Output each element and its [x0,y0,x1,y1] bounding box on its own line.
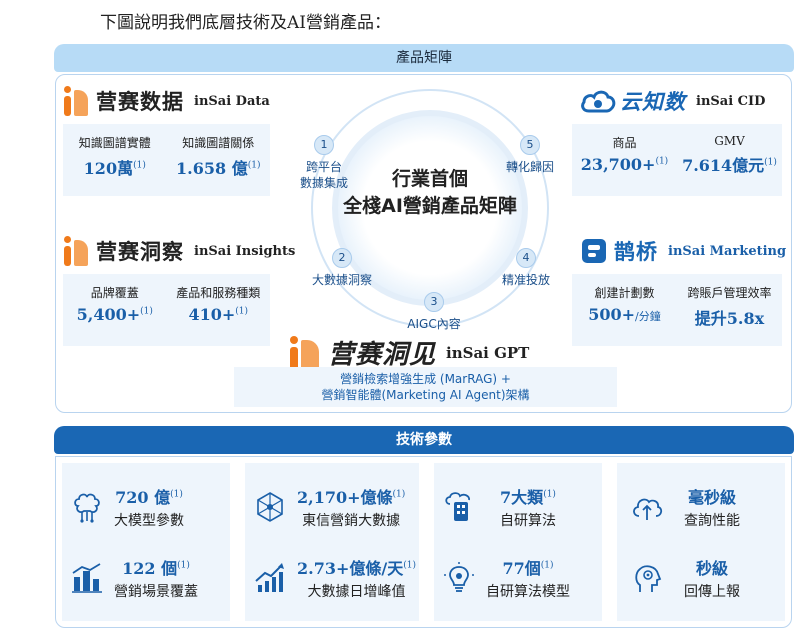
insai-data-stats: 知識圖譜實體 120萬(1) 知識圖譜關係 1.658 億(1) [63,124,270,196]
head-gear-icon [635,565,662,592]
insai-logo-icon [64,86,90,116]
insai-logo-icon [290,335,322,370]
insai-gpt-description: 營銷檢索增強生成 (MarRAG) + 營銷智能體(Marketing AI A… [234,367,617,407]
intro-text: 下圖說明我們底層技術及AI營銷產品： [100,13,391,33]
insai-cid-brand: 云知数 inSai CID [580,86,765,116]
tech-item-algorithm-models: 77個(1) 自研算法模型 [442,555,570,601]
insai-marketing-brand: 鹊桥 inSai Marketing [580,236,786,266]
city-chart-icon [72,563,102,593]
step-2: 2 大數據洞察 [300,248,384,288]
cloud-upload-icon [633,498,663,520]
tech-item-callback: 秒級 回傳上報 [630,555,740,601]
insai-insights-brand: 营赛洞察 inSai Insights [64,236,295,266]
insai-insights-stats: 品牌覆蓋 5,400+(1) 產品和服務種類 410+(1) [63,274,270,346]
network-icon [257,492,283,522]
tech-item-scenarios: 122 個(1) 營銷場景覆蓋 [70,555,198,601]
cloud-logo-icon [581,90,616,113]
cloud-device-icon [445,492,470,521]
insai-cid-stats: 商品 23,700+(1) GMV 7.614億元(1) [572,124,782,196]
magpie-logo-icon [582,239,606,263]
product-matrix-title: 產品矩陣 [54,44,794,72]
tech-item-model-params: 720 億(1) 大模型參數 [70,484,184,530]
step-1: 1 跨平台 數據集成 [292,135,356,191]
insai-data-brand: 营赛数据 inSai Data [64,86,270,116]
step-5: 5 轉化歸因 [498,135,562,175]
step-4: 4 精准投放 [484,248,568,288]
tech-item-algorithms: 7大類(1) 自研算法 [442,484,556,530]
tech-item-query-performance: 毫秒級 查詢性能 [630,484,740,530]
brain-chip-icon [74,493,100,523]
step-3: 3 AIGC內容 [396,292,472,332]
tech-item-big-data: 2,170+億條(1) 東信營銷大數據 [253,484,405,530]
tech-params-title: 技術參數 [54,426,794,454]
insai-marketing-stats: 創建計劃數 500+/分鐘 跨賬戶管理效率 提升5.8x [572,274,782,346]
lightbulb-icon [444,562,474,592]
tech-item-daily-peak: 2.73+億條/天(1) 大數據日增峰值 [253,555,416,601]
insai-gpt-brand: 营赛洞见 inSai GPT [290,334,529,371]
growth-chart-icon [255,563,284,592]
insai-logo-icon [64,236,90,266]
